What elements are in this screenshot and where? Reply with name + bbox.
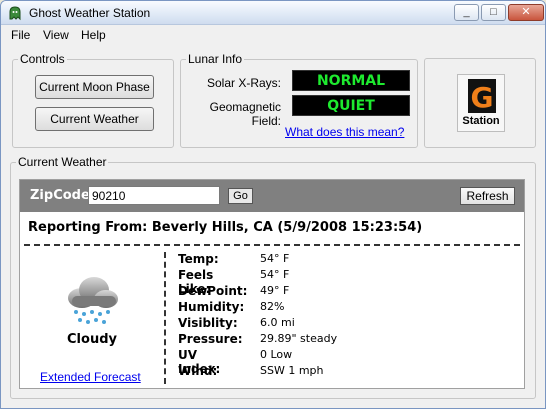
- stat-label: Pressure:: [178, 332, 243, 346]
- title-bar[interactable]: Ghost Weather Station _ □ ✕: [1, 1, 545, 25]
- stat-label: Wind:: [178, 364, 218, 378]
- controls-legend: Controls: [20, 52, 65, 66]
- g-logo-icon: G: [468, 79, 496, 113]
- zipcode-bar: ZipCode: Go Refresh: [20, 180, 524, 212]
- stat-label: Visiblity:: [178, 316, 238, 330]
- minimize-button[interactable]: _: [454, 4, 479, 21]
- stat-label: Humidity:: [178, 300, 245, 314]
- stat-label: DewPoint:: [178, 284, 248, 298]
- current-weather-button[interactable]: Current Weather: [35, 107, 154, 131]
- close-button[interactable]: ✕: [508, 4, 544, 21]
- condition-text: Cloudy: [67, 332, 117, 347]
- lunar-legend: Lunar Info: [188, 52, 243, 66]
- maximize-button[interactable]: □: [481, 4, 506, 21]
- g-station-logo: G Station: [457, 74, 505, 132]
- zipcode-label: ZipCode:: [30, 188, 95, 203]
- go-button[interactable]: Go: [228, 188, 253, 204]
- menu-help[interactable]: Help: [81, 28, 106, 42]
- solar-xrays-value: NORMAL: [292, 70, 410, 91]
- app-window: Ghost Weather Station _ □ ✕ File View He…: [0, 0, 546, 409]
- menu-file[interactable]: File: [11, 28, 30, 42]
- reporting-from-text: Reporting From: Beverly Hills, CA (5/9/2…: [28, 220, 423, 235]
- stat-value: 29.89" steady: [260, 332, 338, 345]
- current-weather-legend: Current Weather: [18, 155, 107, 169]
- solar-xrays-label: Solar X-Rays:: [206, 76, 281, 90]
- weather-panel: ZipCode: Go Refresh Reporting From: Beve…: [19, 179, 525, 389]
- stat-value: 82%: [260, 300, 285, 313]
- current-moon-phase-button[interactable]: Current Moon Phase: [35, 75, 154, 99]
- what-does-this-mean-link[interactable]: What does this mean?: [285, 125, 404, 139]
- stat-label: Temp:: [178, 252, 219, 266]
- stat-value: 49° F: [260, 284, 290, 297]
- stat-value: 54° F: [260, 252, 290, 265]
- vertical-divider: [164, 252, 166, 384]
- stat-value: SSW 1 mph: [260, 364, 324, 377]
- cloud-snow-icon: [68, 277, 118, 324]
- ghost-app-icon: [9, 6, 21, 21]
- window-title: Ghost Weather Station: [29, 6, 151, 20]
- extended-forecast-link[interactable]: Extended Forecast: [40, 370, 141, 384]
- refresh-button[interactable]: Refresh: [460, 187, 515, 205]
- stat-value: 54° F: [260, 268, 290, 281]
- logo-station-text: Station: [462, 115, 500, 127]
- menu-view[interactable]: View: [43, 28, 69, 42]
- zipcode-input[interactable]: [88, 186, 220, 205]
- stat-value: 6.0 mi: [260, 316, 295, 329]
- controls-group: Controls: [12, 52, 174, 148]
- logo-letter: G: [471, 81, 494, 113]
- horizontal-divider: [24, 244, 520, 246]
- geomagnetic-field-label: Geomagnetic Field:: [209, 100, 281, 128]
- geomagnetic-field-value: QUIET: [292, 95, 410, 116]
- stat-value: 0 Low: [260, 348, 293, 361]
- menu-bar: File View Help: [1, 26, 545, 45]
